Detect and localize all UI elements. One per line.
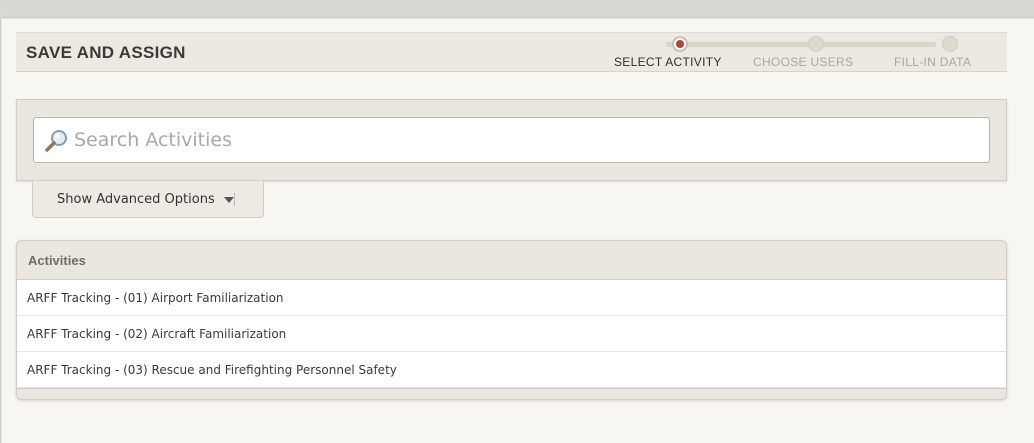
step-dot-icon xyxy=(942,36,958,52)
search-icon xyxy=(45,130,67,152)
search-field[interactable] xyxy=(33,117,990,163)
list-item[interactable]: ARFF Tracking - (02) Aircraft Familiariz… xyxy=(17,316,1006,352)
list-item[interactable]: ARFF Tracking - (03) Rescue and Firefigh… xyxy=(17,352,1006,388)
page-title: SAVE AND ASSIGN xyxy=(26,43,186,62)
activity-label: ARFF Tracking - (01) Airport Familiariza… xyxy=(27,291,284,305)
step-dot-icon xyxy=(808,36,824,52)
search-container xyxy=(16,99,1007,181)
caret-down-icon xyxy=(224,197,234,203)
page-header: SAVE AND ASSIGN SELECT ACTIVITY CHOOSE U… xyxy=(16,32,1007,72)
search-input[interactable] xyxy=(74,124,974,156)
progress-steps: SELECT ACTIVITY CHOOSE USERS FILL-IN DAT… xyxy=(606,33,1006,73)
activities-list: Activities ARFF Tracking - (01) Airport … xyxy=(16,240,1007,400)
activities-header: Activities xyxy=(17,241,1006,280)
main-panel: SAVE AND ASSIGN SELECT ACTIVITY CHOOSE U… xyxy=(1,18,1034,443)
step-label: SELECT ACTIVITY xyxy=(614,55,722,69)
activity-label: ARFF Tracking - (02) Aircraft Familiariz… xyxy=(27,327,287,341)
progress-track xyxy=(666,42,936,47)
caret-separator xyxy=(234,193,235,206)
list-item[interactable]: ARFF Tracking - (01) Airport Familiariza… xyxy=(17,280,1006,316)
step-label: FILL-IN DATA xyxy=(894,55,972,69)
show-advanced-options-button[interactable]: Show Advanced Options xyxy=(32,181,264,218)
activity-label: ARFF Tracking - (03) Rescue and Firefigh… xyxy=(27,363,397,377)
step-label: CHOOSE USERS xyxy=(753,55,854,69)
step-active-dot-icon xyxy=(672,36,688,52)
advanced-options-label: Show Advanced Options xyxy=(57,192,215,207)
activities-title: Activities xyxy=(28,253,86,268)
activities-footer xyxy=(17,388,1006,399)
